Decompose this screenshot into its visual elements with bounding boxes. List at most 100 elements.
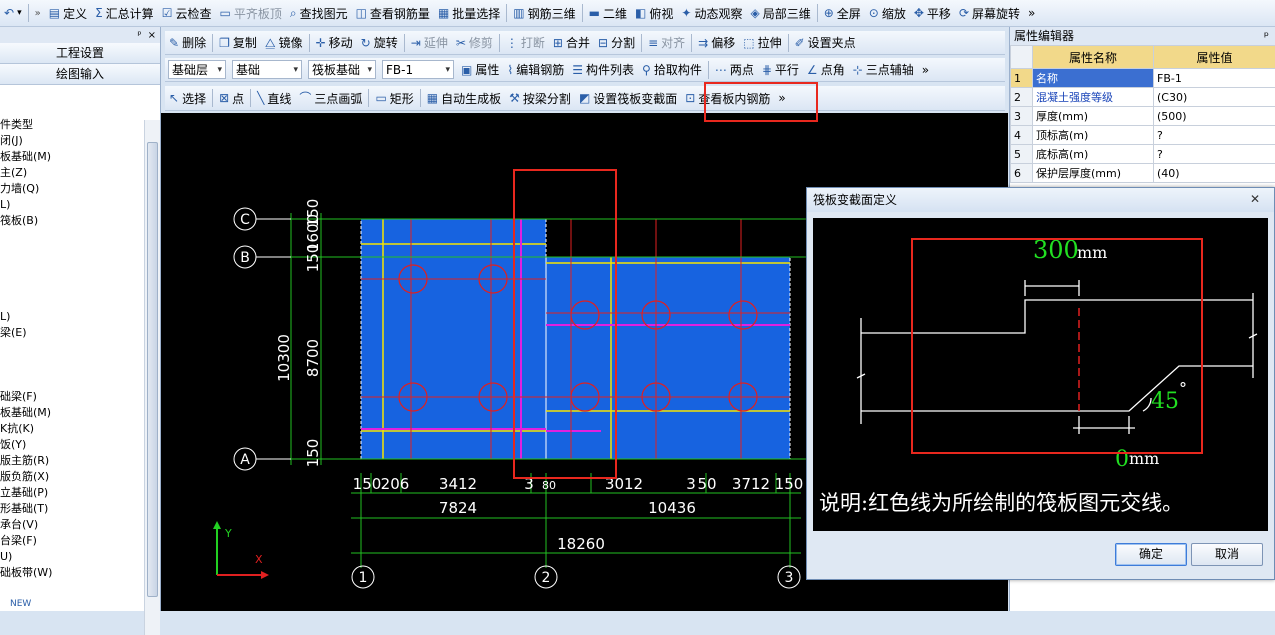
tree-item[interactable]: 版负筋(X) [0,469,143,485]
tree-item[interactable]: 立基础(P) [0,485,143,501]
tree-item[interactable]: U) [0,549,143,565]
tree-item[interactable]: 板基础(M) [0,405,143,421]
extend-button[interactable]: ⇥延伸 [407,32,452,53]
undo-button[interactable]: ↶▾ [0,3,26,24]
tree-item[interactable] [0,293,143,309]
type-select[interactable]: 筏板基础▾ [308,60,376,79]
tree-item[interactable] [0,245,143,261]
align-button[interactable]: ≡对齐 [644,32,689,53]
property-row[interactable]: 5底标高(m)? [1011,145,1275,164]
tree-item[interactable]: 筏板(B) [0,213,143,229]
bottom-offset-value[interactable]: 0 [1115,447,1129,472]
top-offset-value[interactable]: 300 [1033,236,1079,264]
tree-item[interactable]: 版主筋(R) [0,453,143,469]
nav-project-settings[interactable]: 工程设置 [0,43,160,64]
pan-button[interactable]: ✥平移 [910,3,955,24]
floor-select[interactable]: 基础层▾ [168,60,226,79]
property-row[interactable]: 1名称FB-1 [1011,69,1275,88]
orbit-button[interactable]: ✦动态观察 [677,3,746,24]
property-value[interactable]: (40) [1154,164,1275,183]
tree-item[interactable]: 主(Z) [0,165,143,181]
pin-icon[interactable]: ᵖ [137,30,141,41]
property-row[interactable]: 3厚度(mm)(500) [1011,107,1275,126]
close-icon[interactable]: × [148,30,156,41]
properties-button[interactable]: ▣属性 [457,59,503,80]
ok-button[interactable]: 确定 [1115,543,1187,566]
arc-button[interactable]: ⌒三点画弧 [295,88,366,109]
tree-item[interactable]: 力墙(Q) [0,181,143,197]
tree-item[interactable] [0,341,143,357]
tree-item[interactable]: 饭(Y) [0,437,143,453]
2d-button[interactable]: ▬二维 [585,3,631,24]
two-point-button[interactable]: ⋯两点 [711,59,758,80]
property-row[interactable]: 6保护层厚度(mm)(40) [1011,164,1275,183]
property-value[interactable]: FB-1 [1154,69,1275,88]
more-button[interactable]: » [774,88,789,109]
tree-item[interactable]: 板基础(M) [0,149,143,165]
tree-item[interactable]: 闭(J) [0,133,143,149]
break-button[interactable]: ⋮打断 [502,32,549,53]
tree-item[interactable]: 承台(V) [0,517,143,533]
split-by-beam-button[interactable]: ⚒按梁分割 [505,88,575,109]
define-button[interactable]: ▤定义 [45,3,91,24]
tree-item[interactable]: 形基础(T) [0,501,143,517]
find-button[interactable]: ⌕查找图元 [286,3,352,24]
tree-item[interactable]: L) [0,309,143,325]
align-top-button[interactable]: ▭平齐板顶 [215,3,285,24]
point-button[interactable]: ⊠点 [215,88,248,109]
grip-button[interactable]: ✐设置夹点 [791,32,860,53]
variable-section-button[interactable]: ◩设置筏板变截面 [575,88,681,109]
tree-item[interactable] [0,277,143,293]
rotate-screen-button[interactable]: ⟳屏幕旋转 [955,3,1024,24]
nav-drawing-input[interactable]: 绘图输入 [0,64,160,85]
line-button[interactable]: ╲直线 [253,88,295,109]
tree-item[interactable]: 件类型 [0,117,143,133]
batch-select-button[interactable]: ▦批量选择 [434,3,504,24]
tree-item[interactable]: 础梁(F) [0,389,143,405]
more-button[interactable]: » [1024,3,1039,24]
tree-item[interactable] [0,229,143,245]
component-list-button[interactable]: ☰构件列表 [568,59,638,80]
cloud-check-button[interactable]: ☑云检查 [158,3,216,24]
top-view-button[interactable]: ◧俯视 [631,3,677,24]
element-select[interactable]: FB-1▾ [382,60,454,79]
dialog-close-button[interactable]: ✕ [1240,190,1270,209]
tree-item[interactable]: 梁(E) [0,325,143,341]
slab-fb1-left[interactable] [361,219,546,459]
angle-value[interactable]: 45 [1151,389,1179,414]
tree-item[interactable]: 础板带(W) [0,565,143,581]
trim-button[interactable]: ✂修剪 [452,32,497,53]
rectangle-button[interactable]: ▭矩形 [371,88,417,109]
property-value[interactable]: (C30) [1154,88,1275,107]
tree-scrollbar[interactable] [144,120,160,635]
point-angle-button[interactable]: ∠点角 [803,59,849,80]
stretch-button[interactable]: ⬚拉伸 [739,32,785,53]
tree-item[interactable]: K抗(K) [0,421,143,437]
copy-button[interactable]: ❐复制 [215,32,261,53]
edit-rebar-button[interactable]: ⌇编辑钢筋 [503,59,568,80]
category-select[interactable]: 基础▾ [232,60,302,79]
sigma-button[interactable]: Σ汇总计算 [91,3,158,24]
property-value[interactable]: ? [1154,145,1275,164]
slab-fb1-right[interactable] [546,257,790,459]
select-cursor-button[interactable]: ↖选择 [165,88,210,109]
more-button[interactable]: » [918,59,933,80]
merge-button[interactable]: ⊞合并 [549,32,594,53]
view-rebar-button[interactable]: ◫查看钢筋量 [352,3,434,24]
move-button[interactable]: ✛移动 [312,32,357,53]
local-3d-button[interactable]: ◈局部三维 [746,3,814,24]
fullscreen-button[interactable]: ⊕全屏 [820,3,865,24]
rebar-3d-button[interactable]: ▥钢筋三维 [509,3,579,24]
tree-item[interactable]: 台梁(F) [0,533,143,549]
tree-item[interactable] [0,357,143,373]
tree-item[interactable] [0,261,143,277]
zoom-button[interactable]: ⊙缩放 [865,3,910,24]
delete-button[interactable]: ✎删除 [165,32,210,53]
property-value[interactable]: ? [1154,126,1275,145]
pin-icon[interactable]: ᵖ [1264,27,1275,45]
cancel-button[interactable]: 取消 [1191,543,1263,566]
tree-item[interactable] [0,373,143,389]
rotate-button[interactable]: ↻旋转 [357,32,402,53]
split-button[interactable]: ⊟分割 [594,32,639,53]
tree-item[interactable]: L) [0,197,143,213]
